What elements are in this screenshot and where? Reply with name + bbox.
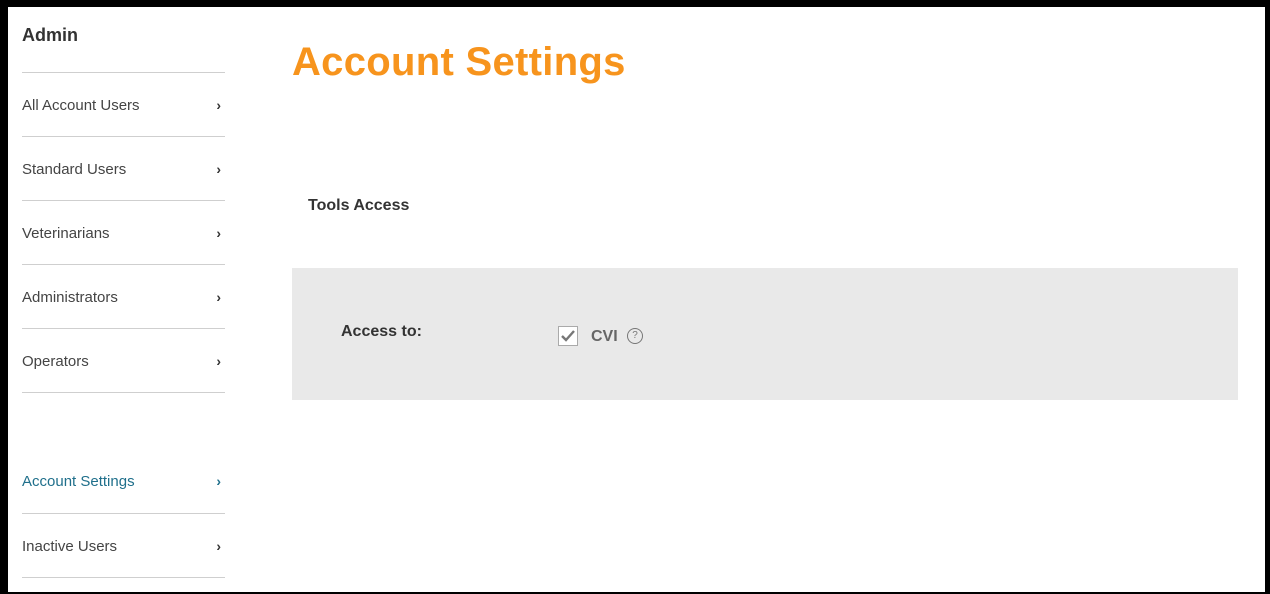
sidebar-divider	[22, 392, 225, 393]
sidebar-item-label: Inactive Users	[22, 538, 118, 555]
sidebar-item-label: Standard Users	[22, 161, 127, 178]
sidebar-item-account-settings[interactable]: Account Settings ›	[22, 449, 225, 513]
chevron-right-icon: ›	[216, 97, 221, 113]
section-heading-tools-access: Tools Access	[308, 197, 410, 214]
access-to-label: Access to:	[341, 323, 422, 340]
checkmark-icon	[561, 330, 575, 342]
sidebar-item-label: Veterinarians	[22, 225, 110, 242]
page-title: Account Settings	[292, 40, 626, 84]
chevron-right-icon: ›	[216, 353, 221, 369]
chevron-right-icon: ›	[216, 473, 221, 489]
chevron-right-icon: ›	[216, 161, 221, 177]
sidebar-title: Admin	[22, 25, 78, 45]
sidebar-item-veterinarians[interactable]: Veterinarians ›	[22, 200, 225, 265]
sidebar-item-inactive-users[interactable]: Inactive Users ›	[22, 513, 225, 578]
help-icon[interactable]: ?	[627, 328, 643, 344]
sidebar-item-label: Operators	[22, 353, 89, 370]
sidebar-item-label: All Account Users	[22, 97, 140, 114]
sidebar-item-standard-users[interactable]: Standard Users ›	[22, 136, 225, 201]
chevron-right-icon: ›	[216, 538, 221, 554]
chevron-right-icon: ›	[216, 225, 221, 241]
cvi-label: CVI	[591, 328, 618, 345]
sidebar-divider	[22, 577, 225, 578]
sidebar-item-operators[interactable]: Operators ›	[22, 328, 225, 393]
sidebar-item-label: Account Settings	[22, 473, 135, 490]
app-window: Admin All Account Users › Standard Users…	[8, 7, 1265, 592]
sidebar-item-label: Administrators	[22, 289, 118, 306]
cvi-checkbox[interactable]	[558, 326, 578, 346]
sidebar-item-all-account-users[interactable]: All Account Users ›	[22, 72, 225, 137]
tools-access-panel: Access to: CVI ?	[292, 268, 1238, 400]
sidebar-item-administrators[interactable]: Administrators ›	[22, 264, 225, 329]
chevron-right-icon: ›	[216, 289, 221, 305]
